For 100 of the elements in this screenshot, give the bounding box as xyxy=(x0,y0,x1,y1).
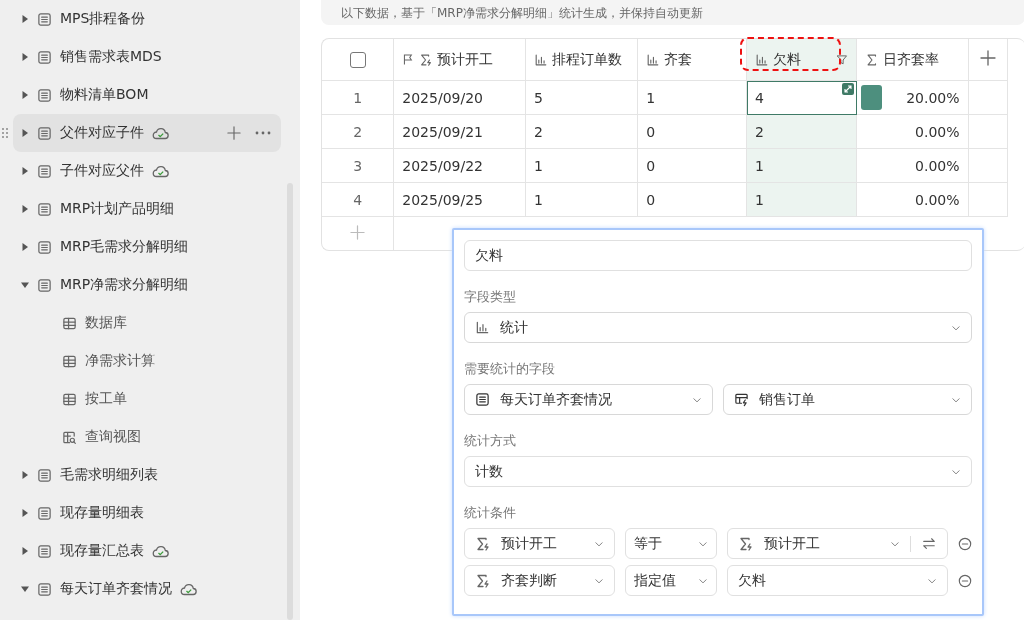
grid-icon xyxy=(62,391,77,407)
bar-chart-icon xyxy=(534,52,549,67)
caret-down-icon[interactable] xyxy=(21,281,29,289)
sidebar-item[interactable]: MRP毛需求分解明细 xyxy=(13,228,281,266)
table-cell[interactable]: 4 xyxy=(747,81,858,115)
sidebar-item-label: 数据库 xyxy=(85,314,127,332)
more-options-icon[interactable] xyxy=(255,131,271,135)
table-cell[interactable]: 1 xyxy=(747,183,858,217)
rate-value: 0.00% xyxy=(914,191,960,208)
sidebar-item-label: 物料清单BOM xyxy=(60,86,149,104)
rate-value: 20.00% xyxy=(905,89,960,106)
sidebar-item[interactable]: MPS排程备份 xyxy=(13,0,281,38)
table-cell[interactable]: 2025/09/21 xyxy=(394,115,527,149)
select-all-checkbox[interactable] xyxy=(349,51,366,68)
caret-right-icon[interactable] xyxy=(21,129,29,137)
column-header[interactable]: 排程订单数 xyxy=(526,39,639,81)
row-number: 3 xyxy=(322,149,395,183)
caret-right-icon[interactable] xyxy=(21,91,29,99)
add-column-icon xyxy=(979,50,996,66)
column-header[interactable]: 日齐套率 xyxy=(857,39,969,81)
list-icon xyxy=(37,49,52,65)
sidebar-item-label: MPS排程备份 xyxy=(60,10,146,28)
sidebar-item[interactable]: 现存量明细表 xyxy=(13,494,281,532)
search-view-icon xyxy=(62,429,77,445)
list-icon xyxy=(37,277,52,293)
sigma-lightning-icon xyxy=(475,535,491,552)
column-header-label: 排程订单数 xyxy=(552,50,623,69)
sidebar-item[interactable]: MRP计划产品明细 xyxy=(13,190,281,228)
condition-field-select[interactable]: 预计开工 xyxy=(464,528,616,559)
sidebar-item[interactable]: 按工单 xyxy=(13,380,281,418)
linked-table-icon xyxy=(734,392,749,407)
expand-icon[interactable] xyxy=(842,83,855,95)
table-cell[interactable]: 1 xyxy=(747,149,858,183)
column-header[interactable]: 预计开工 xyxy=(394,39,527,81)
caret-right-icon[interactable] xyxy=(21,167,29,175)
remove-icon xyxy=(958,536,972,551)
sidebar-item-label: 每天订单齐套情况 xyxy=(60,580,172,598)
sidebar-item-label: MRP净需求分解明细 xyxy=(60,276,189,294)
sidebar-item[interactable]: 净需求计算 xyxy=(13,342,281,380)
column-header-label: 齐套 xyxy=(664,50,693,69)
sidebar-item[interactable]: 子件对应父件 xyxy=(13,152,281,190)
caret-right-icon[interactable] xyxy=(21,205,29,213)
caret-right-icon[interactable] xyxy=(21,243,29,251)
list-icon xyxy=(37,239,52,255)
caret-right-icon[interactable] xyxy=(21,53,29,61)
list-icon xyxy=(37,467,52,483)
list-icon xyxy=(475,392,490,407)
condition-value-select[interactable]: 欠料 xyxy=(727,565,948,596)
sidebar-item[interactable]: 查询视图 xyxy=(13,418,281,456)
sidebar-item-label: 父件对应子件 xyxy=(60,124,144,142)
table-cell[interactable]: 2 xyxy=(526,115,639,149)
source-select[interactable]: 销售订单 xyxy=(723,384,972,415)
sidebar-item-label: MRP毛需求分解明细 xyxy=(60,238,189,256)
caret-right-icon[interactable] xyxy=(21,15,29,23)
list-icon xyxy=(37,11,52,27)
sidebar-item-label: 净需求计算 xyxy=(85,352,155,370)
operator-select[interactable]: 等于 xyxy=(625,528,717,559)
table-cell[interactable]: 1 xyxy=(526,183,639,217)
caret-down-icon[interactable] xyxy=(21,585,29,593)
table-cell[interactable]: 5 xyxy=(526,81,639,115)
table-cell[interactable]: 2025/09/25 xyxy=(394,183,527,217)
column-header[interactable]: 欠料 xyxy=(747,39,858,81)
sigma-lightning-icon xyxy=(738,535,754,552)
table-cell[interactable]: 2025/09/20 xyxy=(394,81,527,115)
table-cell[interactable]: 2 xyxy=(747,115,858,149)
sidebar-item[interactable]: 物料清单BOM xyxy=(13,76,281,114)
field-name-input[interactable]: 欠料 xyxy=(464,240,972,271)
field-type-select[interactable]: 统计 xyxy=(464,312,972,343)
sidebar-item[interactable]: 毛需求明细列表 xyxy=(13,456,281,494)
list-icon xyxy=(37,163,52,179)
column-header-label: 预计开工 xyxy=(437,50,494,69)
plus-icon xyxy=(227,126,241,140)
operator-select[interactable]: 指定值 xyxy=(625,565,717,596)
sidebar-item[interactable]: 每天订单齐套情况 xyxy=(13,570,281,608)
grid-icon xyxy=(62,315,77,331)
bar-chart-icon xyxy=(755,52,770,67)
sidebar-item-label: 子件对应父件 xyxy=(60,162,144,180)
caret-right-icon[interactable] xyxy=(21,471,29,479)
caret-right-icon[interactable] xyxy=(21,547,29,555)
source-select[interactable]: 每天订单齐套情况 xyxy=(464,384,713,415)
sidebar-item[interactable]: 销售需求表MDS xyxy=(13,38,281,76)
condition-field-select[interactable]: 齐套判断 xyxy=(464,565,616,596)
swap-icon[interactable] xyxy=(921,536,937,551)
sidebar-item[interactable]: 数据库 xyxy=(13,304,281,342)
sidebar-item[interactable]: MRP净需求分解明细 xyxy=(13,266,281,304)
table-cell[interactable]: 1 xyxy=(526,149,639,183)
row-number: 2 xyxy=(322,115,395,149)
drag-handle-icon[interactable] xyxy=(2,128,8,138)
table-cell[interactable]: 2025/09/22 xyxy=(394,149,527,183)
sidebar-item-label: 查询视图 xyxy=(85,428,141,446)
condition-value-select[interactable]: 预计开工 xyxy=(727,528,948,559)
caret-right-icon[interactable] xyxy=(21,509,29,517)
sidebar-item[interactable]: 现存量汇总表 xyxy=(13,532,281,570)
method-select[interactable]: 计数 xyxy=(464,456,972,487)
list-icon xyxy=(37,543,52,559)
remove-icon xyxy=(958,573,972,588)
list-icon xyxy=(37,125,52,141)
list-icon xyxy=(37,581,52,597)
list-icon xyxy=(37,87,52,103)
sidebar-item-label: 销售需求表MDS xyxy=(60,48,162,66)
